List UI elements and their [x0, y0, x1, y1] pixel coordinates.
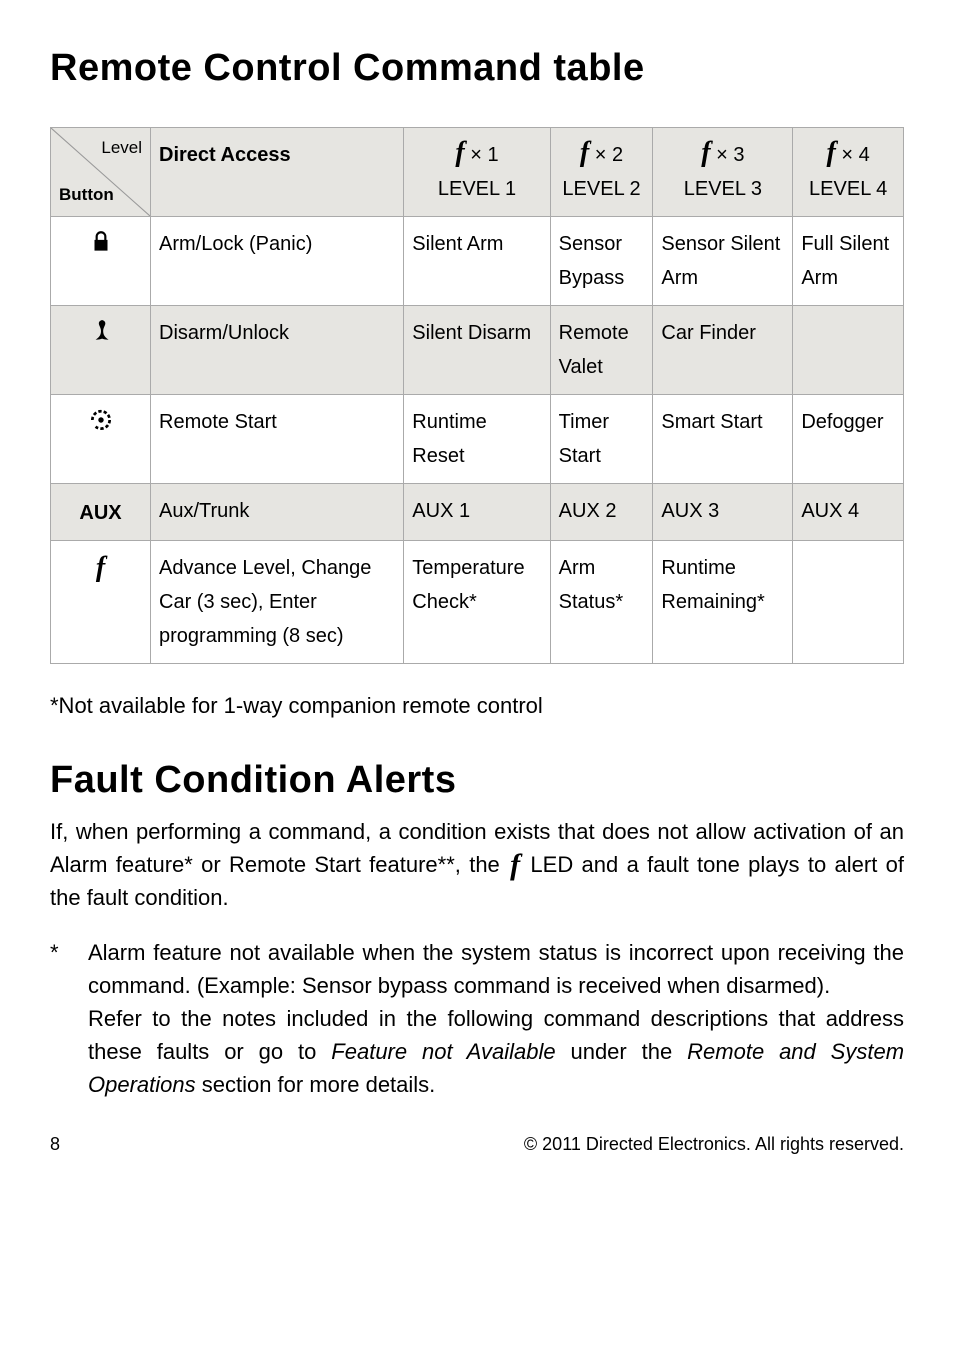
- cell: Aux/Trunk: [151, 484, 404, 541]
- cell: Runtime Reset: [404, 395, 550, 484]
- col-level-3: f × 3 LEVEL 3: [653, 128, 793, 217]
- cell: [793, 541, 904, 664]
- cell: AUX 2: [550, 484, 653, 541]
- table-corner: Level Button: [51, 128, 151, 217]
- command-table: Level Button Direct Access f × 1 LEVEL 1…: [50, 127, 904, 664]
- f-icon: f: [510, 850, 520, 880]
- cell: Silent Disarm: [404, 306, 550, 395]
- cell: Timer Start: [550, 395, 653, 484]
- cell: Remote Valet: [550, 306, 653, 395]
- section-heading: Fault Condition Alerts: [50, 752, 904, 809]
- col-level-2: f × 2 LEVEL 2: [550, 128, 653, 217]
- cell: Temperature Check*: [404, 541, 550, 664]
- cell: AUX 1: [404, 484, 550, 541]
- table-row: Arm/Lock (Panic) Silent Arm Sensor Bypas…: [51, 217, 904, 306]
- footnote-text: Alarm feature not available when the sys…: [88, 936, 904, 1101]
- table-row: f Advance Level, Change Car (3 sec), Ent…: [51, 541, 904, 664]
- fault-paragraph: If, when performing a command, a conditi…: [50, 815, 904, 914]
- cell: Arm Status*: [550, 541, 653, 664]
- cell: AUX 3: [653, 484, 793, 541]
- cell: Arm/Lock (Panic): [151, 217, 404, 306]
- col-direct-access: Direct Access: [151, 128, 404, 217]
- table-row: Remote Start Runtime Reset Timer Start S…: [51, 395, 904, 484]
- f-icon: f: [701, 137, 710, 168]
- page-number: 8: [50, 1131, 60, 1158]
- cell: Disarm/Unlock: [151, 306, 404, 395]
- cell: Silent Arm: [404, 217, 550, 306]
- cell: Sensor Bypass: [550, 217, 653, 306]
- col-level-1: f × 1 LEVEL 1: [404, 128, 550, 217]
- cell: Runtime Remaining*: [653, 541, 793, 664]
- remote-start-icon: [51, 395, 151, 484]
- col-level-4: f × 4 LEVEL 4: [793, 128, 904, 217]
- cell: Full Silent Arm: [793, 217, 904, 306]
- cell: Car Finder: [653, 306, 793, 395]
- cell: Defogger: [793, 395, 904, 484]
- page-footer: 8 © 2011 Directed Electronics. All right…: [50, 1131, 904, 1158]
- table-footnote: *Not available for 1-way companion remot…: [50, 689, 904, 722]
- table-row: AUX Aux/Trunk AUX 1 AUX 2 AUX 3 AUX 4: [51, 484, 904, 541]
- cell: Smart Start: [653, 395, 793, 484]
- copyright: © 2011 Directed Electronics. All rights …: [524, 1131, 904, 1158]
- cell: Sensor Silent Arm: [653, 217, 793, 306]
- corner-top-label: Level: [101, 134, 142, 163]
- lock-icon: [51, 217, 151, 306]
- footnote-item: * Alarm feature not available when the s…: [50, 936, 904, 1101]
- cell: AUX 4: [793, 484, 904, 541]
- cell: [793, 306, 904, 395]
- footnote-mark: *: [50, 936, 70, 1101]
- f-icon: f: [827, 137, 836, 168]
- page-title: Remote Control Command table: [50, 40, 904, 97]
- unlock-icon: [51, 306, 151, 395]
- f-icon: f: [51, 541, 151, 664]
- corner-bottom-label: Button: [59, 181, 114, 210]
- cell: Advance Level, Change Car (3 sec), Enter…: [151, 541, 404, 664]
- f-icon: f: [455, 137, 464, 168]
- table-row: Disarm/Unlock Silent Disarm Remote Valet…: [51, 306, 904, 395]
- aux-icon: AUX: [51, 484, 151, 541]
- f-icon: f: [580, 137, 589, 168]
- cell: Remote Start: [151, 395, 404, 484]
